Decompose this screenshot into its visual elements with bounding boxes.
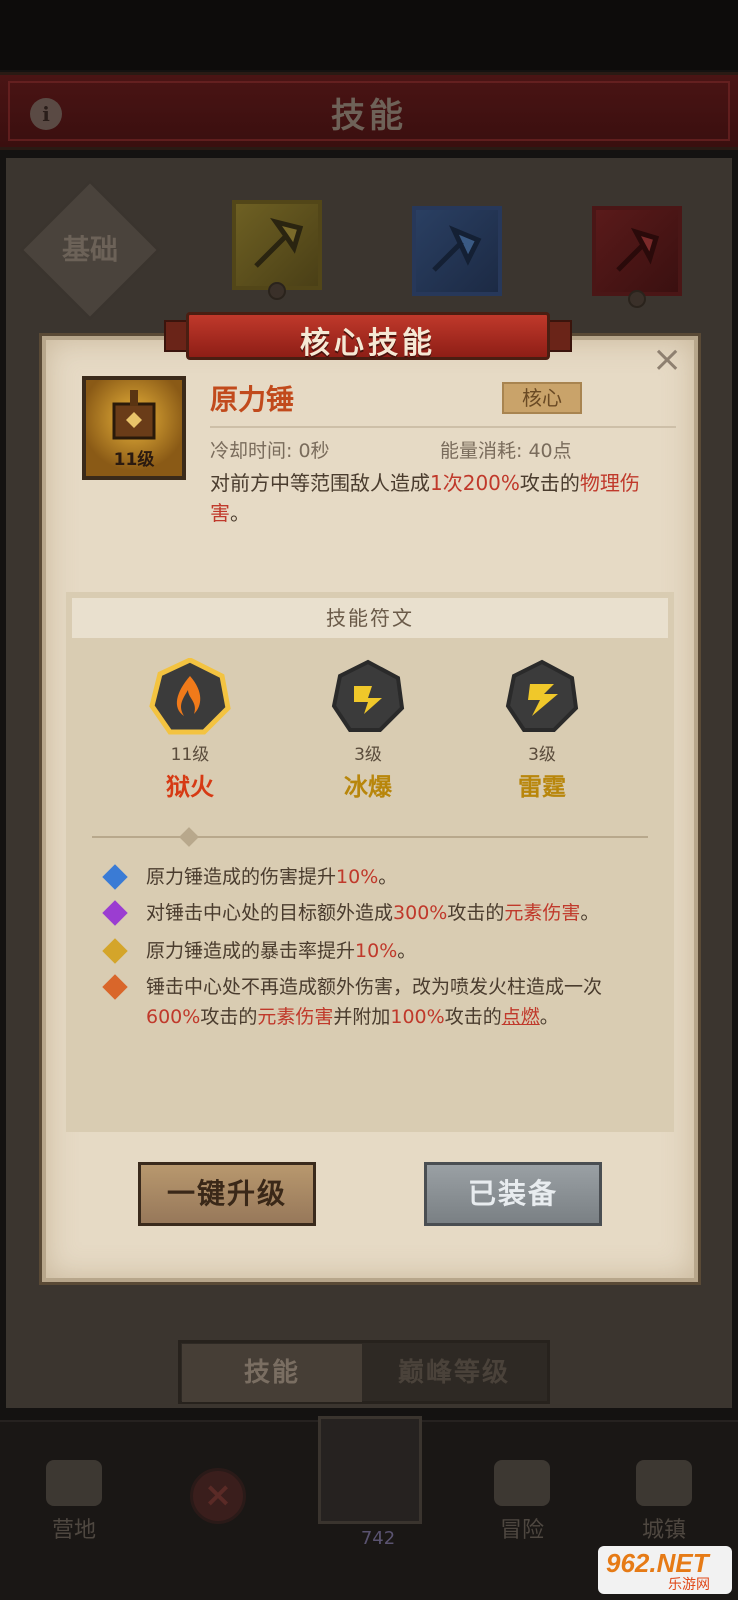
tab-peak-level[interactable]: 巅峰等级 [364,1344,544,1402]
nav-item-camp[interactable]: 营地 [14,1460,134,1544]
center-slot[interactable] [318,1416,422,1524]
rune-badge [148,657,232,736]
castle-icon [636,1460,692,1506]
rune-badge [500,658,584,736]
rune-ice-burst[interactable]: 3级 冰爆 [308,658,428,802]
ice-burst-icon [331,659,405,732]
rune-thunder[interactable]: 3级 雷霆 [482,658,602,802]
rune-level: 3级 [528,745,556,765]
ignite-link[interactable]: 点燃 [502,1006,540,1028]
base-label: 基础 [61,233,118,266]
card-pin [268,282,286,300]
close-circle-icon[interactable]: × [190,1468,246,1524]
nav-item-adventure[interactable]: 冒险 [462,1460,582,1544]
rune-hellfire[interactable]: 11级 狱火 [130,657,250,802]
skill-card-hammer[interactable] [232,200,322,290]
equipped-button[interactable]: 已装备 [424,1162,602,1226]
rune-name: 冰爆 [344,773,392,801]
effects-divider [92,836,648,838]
resource-count: 742 [360,1528,396,1549]
nav-label: 城镇 [641,1518,686,1543]
nav-item-town[interactable]: 城镇 [604,1460,724,1544]
rune-badge [326,658,410,736]
lightning-icon [505,659,579,732]
axe-icon [254,217,304,268]
modal-title: 核心技能 [300,326,436,361]
fire-hammer-icon [616,227,660,272]
divider [210,426,676,428]
nav-label: 冒险 [499,1518,544,1543]
tent-icon [46,1460,102,1506]
core-tag: 核心 [502,382,582,414]
map-icon [494,1460,550,1506]
one-click-upgrade-button[interactable]: 一键升级 [138,1162,316,1226]
rune-section-title: 技能符文 [72,598,668,638]
card-pin [628,290,646,308]
screen-title: 技能 [331,96,407,136]
flame-icon [149,657,231,735]
skill-name: 原力锤 [210,383,295,416]
watermark-sub: 乐游网 [668,1576,710,1592]
rune-level: 11级 [170,745,210,765]
status-bar [0,0,738,70]
skill-card-fire[interactable] [592,206,682,296]
nav-label: 营地 [51,1518,96,1543]
skill-level: 11级 [113,450,155,470]
energy-cost-text: 能量消耗: 40点 [440,440,572,462]
rune-name: 狱火 [166,773,214,801]
skill-description: 对前方中等范围敌人造成1次200%攻击的物理伤害。 [210,471,640,525]
cooldown-text: 冷却时间: 0秒 [210,440,330,462]
skill-icon: 11级 [82,376,186,480]
close-button[interactable]: × [652,342,682,378]
skill-card-ice[interactable] [412,206,502,296]
ice-hammer-icon [432,225,482,272]
tab-skills[interactable]: 技能 [182,1344,362,1402]
rune-name: 雷霆 [518,773,566,801]
modal-header: 核心技能 [164,306,572,364]
rune-level: 3级 [354,745,382,765]
site-watermark: 962.NET 乐游网 [598,1546,732,1594]
